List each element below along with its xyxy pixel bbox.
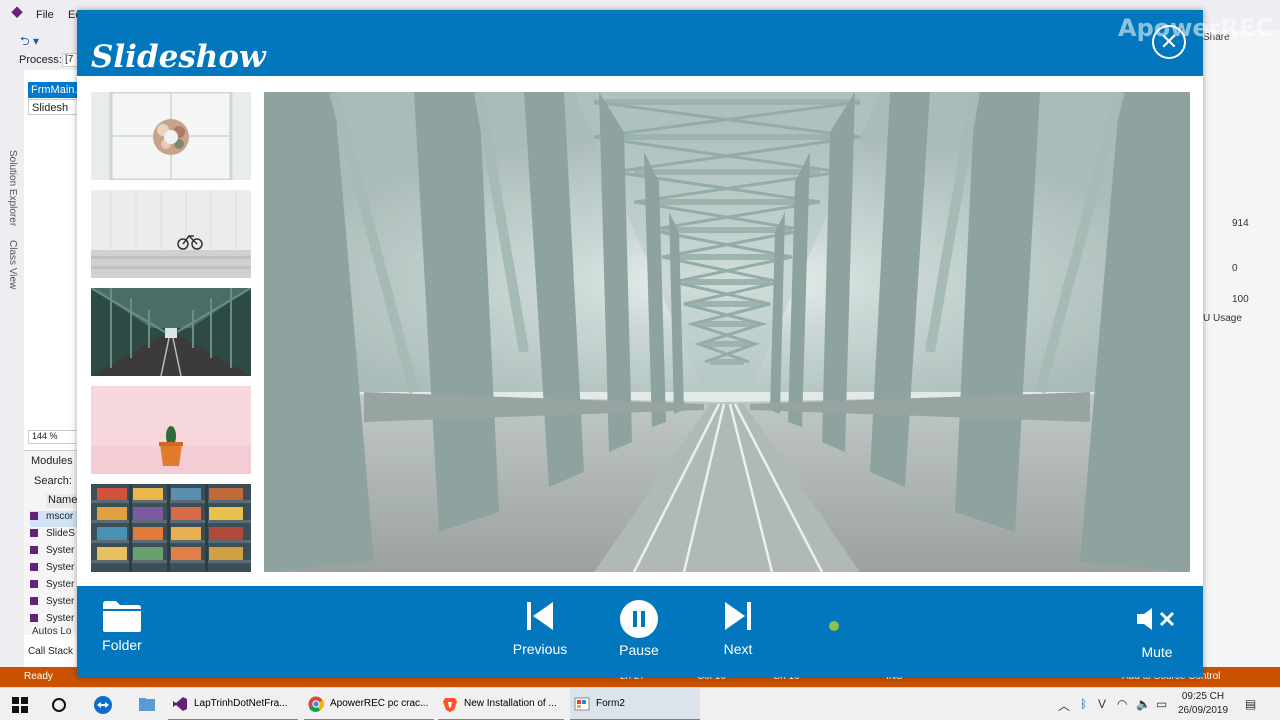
vs-side-panel: Solution Explorer Class View xyxy=(0,70,24,670)
taskbar-clock[interactable]: 09:25 CH 26/09/2019 xyxy=(1178,690,1228,718)
modules-panel: Modules Search: Name mscor SlideS Syster… xyxy=(24,450,80,635)
show-hidden-icons-chevron-icon[interactable]: ︿ xyxy=(1058,697,1070,714)
folder-label: Folder xyxy=(102,637,142,653)
speaker-muted-icon xyxy=(1137,608,1175,630)
mouse-cursor-highlight xyxy=(829,621,839,631)
diag-value: 100 xyxy=(1232,294,1249,305)
module-row[interactable]: SlideS xyxy=(30,528,80,544)
tab-frmmain[interactable]: FrmMain. xyxy=(28,82,78,98)
windows-taskbar: LapTrinhDotNetFra... ApowerREC pc crac..… xyxy=(0,687,1280,720)
search-cortana-icon[interactable] xyxy=(51,697,67,713)
form-icon xyxy=(574,697,590,711)
taskbar-item-label: New Installation of ... xyxy=(464,698,557,709)
module-row[interactable]: mscor xyxy=(30,511,80,527)
slideshow-window: Slideshow ApowerREC ✕ Folder Previous Pa… xyxy=(77,10,1273,677)
next-button[interactable]: Next xyxy=(713,600,763,657)
tab-slideshow[interactable]: Slidesh xyxy=(28,99,78,115)
vpn-icon[interactable]: V xyxy=(1098,697,1106,711)
call-stack-tab[interactable]: Call Stack xyxy=(28,646,73,657)
folder-button[interactable]: Folder xyxy=(97,598,147,653)
pause-button[interactable]: Pause xyxy=(613,600,665,658)
next-label: Next xyxy=(723,641,753,657)
status-ready: Ready xyxy=(24,671,53,682)
recorder-watermark: ApowerREC xyxy=(1118,14,1274,42)
modules-title: Modules xyxy=(31,455,73,467)
taskbar-item-label: LapTrinhDotNetFra... xyxy=(194,698,288,709)
clock-date: 26/09/2019 xyxy=(1178,705,1229,716)
skip-next-icon xyxy=(725,602,751,630)
skip-previous-icon xyxy=(527,602,553,630)
modules-search-label: Search: xyxy=(34,475,72,487)
thumbnail-bookshelf[interactable] xyxy=(91,484,251,572)
mute-label: Mute xyxy=(1141,644,1173,660)
module-row[interactable]: Syster xyxy=(30,596,80,612)
battery-icon[interactable]: ▭ xyxy=(1156,697,1167,711)
menu-file[interactable]: File xyxy=(36,9,54,21)
taskbar-item-brave[interactable]: New Installation of ... xyxy=(438,688,564,720)
taskbar-item-visual-studio[interactable]: LapTrinhDotNetFra... xyxy=(168,688,298,720)
zoom-select[interactable]: 144 % xyxy=(28,430,78,444)
controls-bar: Folder Previous Pause Next Mute xyxy=(77,586,1203,677)
pause-label: Pause xyxy=(619,642,659,658)
visual-studio-icon xyxy=(173,697,187,711)
clock-time: 09:25 CH xyxy=(1181,691,1225,702)
brave-icon xyxy=(443,698,457,712)
notifications-icon[interactable]: ▤ xyxy=(1245,697,1256,711)
module-row[interactable]: Syster xyxy=(30,579,80,595)
previous-button[interactable]: Previous xyxy=(507,600,573,657)
close-icon: ✕ xyxy=(1159,29,1179,54)
visual-studio-logo-icon[interactable]: ⯁ xyxy=(8,6,26,24)
taskbar-item-label: ApowerREC pc crac... xyxy=(330,698,429,709)
class-view-tab[interactable]: Class View xyxy=(7,240,18,289)
mute-button[interactable]: Mute xyxy=(1131,606,1183,660)
thumbnail-flower-wreath[interactable] xyxy=(91,92,251,180)
previous-label: Previous xyxy=(512,641,568,657)
network-icon[interactable]: ◠ xyxy=(1117,697,1127,711)
process-label: Process: xyxy=(19,54,62,66)
module-row[interactable]: Syster xyxy=(30,545,80,561)
autos-locals-tabs[interactable]: Autos Lo xyxy=(32,626,71,637)
close-button[interactable]: ✕ xyxy=(1152,25,1186,59)
thumbnail-cactus-pot[interactable] xyxy=(91,386,251,474)
vs-toolbar xyxy=(0,30,80,50)
taskbar-item-form2[interactable]: Form2 xyxy=(570,688,700,720)
page-title: Slideshow xyxy=(91,39,266,75)
thumbnail-bicycle-wall[interactable] xyxy=(91,190,251,278)
windows-start-icon[interactable] xyxy=(12,697,28,713)
file-explorer-icon[interactable] xyxy=(137,695,157,715)
process-bar: Process: [7 xyxy=(0,50,82,70)
volume-icon[interactable]: 🔈 xyxy=(1136,697,1151,711)
main-slide-image xyxy=(264,92,1190,572)
diag-value: 914 xyxy=(1232,218,1249,229)
module-row[interactable]: Syster xyxy=(30,562,80,578)
modules-name-header[interactable]: Name xyxy=(46,494,80,508)
bluetooth-icon[interactable]: ᛒ xyxy=(1080,697,1087,711)
chrome-icon xyxy=(308,696,324,712)
thumbnail-bridge-tunnel[interactable] xyxy=(91,288,251,376)
cpu-usage-label: U Usage xyxy=(1203,313,1242,324)
diagnostics-panel xyxy=(1203,30,1280,670)
solution-explorer-tab[interactable]: Solution Explorer xyxy=(7,150,18,226)
pause-icon xyxy=(620,600,658,638)
slideshow-header: Slideshow ApowerREC ✕ xyxy=(77,10,1273,76)
taskbar-item-chrome[interactable]: ApowerREC pc crac... xyxy=(304,688,434,720)
folder-icon xyxy=(103,601,141,632)
taskbar-item-label: Form2 xyxy=(596,698,625,709)
diag-value: 0 xyxy=(1232,263,1238,274)
teamviewer-icon[interactable] xyxy=(93,695,113,715)
